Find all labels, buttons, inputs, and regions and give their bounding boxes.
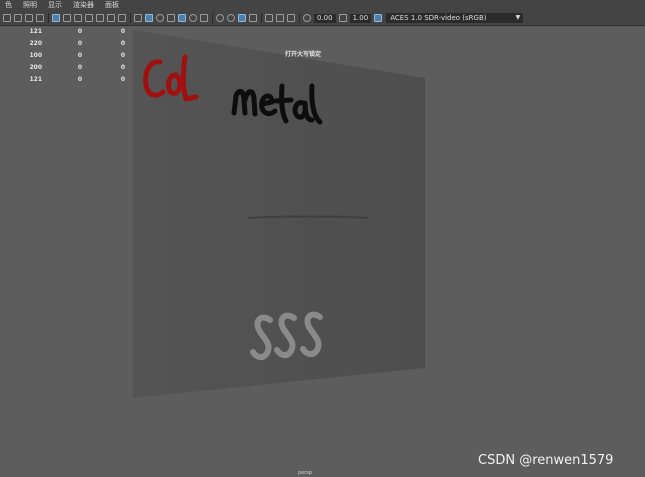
hud-poly-count: 121 0 0 220 0 0 100 0 0 200 0 0 121 0 0	[20, 26, 125, 86]
hud-cell: 121	[29, 28, 42, 35]
hud-cell: 0	[77, 64, 82, 71]
hud-row: 121 0 0	[20, 26, 125, 38]
hud-row: 100 0 0	[20, 50, 125, 62]
hud-cell: 0	[120, 52, 125, 59]
hud-cell: 0	[77, 28, 82, 35]
hud-cell: 0	[120, 76, 125, 83]
hud-cell: 0	[120, 28, 125, 35]
hud-cell: 121	[29, 76, 42, 83]
hud-cell: 0	[77, 40, 82, 47]
hud-cell: 0	[120, 64, 125, 71]
hud-cell: 0	[120, 40, 125, 47]
textured-plane[interactable]	[133, 30, 425, 398]
hud-row: 220 0 0	[20, 38, 125, 50]
hud-cell: 0	[77, 76, 82, 83]
hud-row: 121 0 0	[20, 74, 125, 86]
watermark: CSDN @renwen1579	[478, 453, 614, 468]
hud-cell: 200	[29, 64, 42, 71]
hud-row: 200 0 0	[20, 62, 125, 74]
camera-label: persp	[298, 470, 313, 476]
hud-message: 打开大写锁定	[285, 51, 322, 58]
hud-cell: 0	[77, 52, 82, 59]
hud-cell: 100	[29, 52, 42, 59]
hud-cell: 220	[29, 40, 42, 47]
